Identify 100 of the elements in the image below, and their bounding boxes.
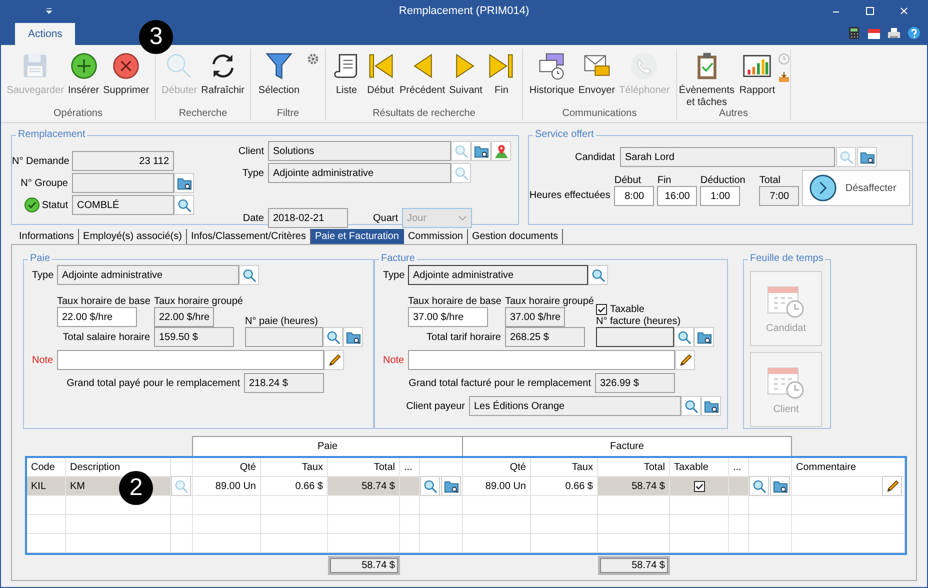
- ribbon-button[interactable]: Rapport: [738, 49, 776, 97]
- field-label: Type: [31, 270, 55, 280]
- ribbon-button[interactable]: Fin: [485, 49, 518, 97]
- text-field[interactable]: [57, 350, 324, 370]
- ribbon-button[interactable]: Rafraîchir: [200, 49, 246, 97]
- taxable-checkbox[interactable]: Taxable: [596, 304, 681, 315]
- check-icon: [694, 482, 704, 490]
- text-field[interactable]: Solutions: [268, 141, 451, 161]
- checkbox[interactable]: [596, 304, 607, 315]
- group-title: Service offert: [534, 129, 595, 141]
- folder-search-button[interactable]: [174, 173, 194, 193]
- text-field[interactable]: 326.99 $: [595, 373, 675, 393]
- quick-access-icon[interactable]: [45, 7, 53, 15]
- field-label: Client payeur: [405, 400, 466, 412]
- printer-icon[interactable]: [887, 26, 901, 40]
- gear-icon[interactable]: [306, 53, 319, 65]
- folder-search-button[interactable]: [441, 476, 461, 496]
- text-field[interactable]: 2018-02-21: [268, 208, 348, 228]
- folder-search-button[interactable]: [471, 141, 491, 161]
- search-button[interactable]: [681, 396, 701, 416]
- column-header: Taux: [531, 458, 598, 477]
- chevron-circle-icon: [809, 174, 838, 202]
- checkbox[interactable]: [694, 480, 704, 492]
- text-field[interactable]: Adjointe administrative: [408, 265, 588, 285]
- maximize-icon[interactable]: [865, 6, 875, 16]
- edit-button[interactable]: [882, 476, 902, 496]
- map-pin-icon: [494, 144, 508, 158]
- search-button[interactable]: [749, 476, 769, 496]
- folder-search-button[interactable]: [770, 476, 790, 496]
- help-icon[interactable]: [907, 26, 921, 40]
- empty-cell: [400, 534, 420, 553]
- edit-button[interactable]: [324, 350, 344, 370]
- ribbon-button[interactable]: Liste: [330, 49, 363, 97]
- ribbon-button[interactable]: Précédent: [398, 49, 446, 97]
- map-pin-button[interactable]: [491, 141, 511, 161]
- time-field[interactable]: 7:00: [759, 186, 800, 206]
- text-field[interactable]: 37.00 $/hre: [505, 307, 565, 327]
- text-field[interactable]: 22.00 $/hre: [154, 307, 214, 327]
- folder-search-button[interactable]: [701, 396, 721, 416]
- search-icon: [422, 478, 438, 494]
- text-field[interactable]: Adjointe administrative: [57, 265, 239, 285]
- empty-cell: [261, 515, 328, 534]
- pencil-icon: [678, 352, 692, 368]
- calendar-icon[interactable]: [867, 26, 881, 40]
- folder-search-icon: [704, 398, 718, 414]
- calculator-icon[interactable]: [847, 26, 861, 40]
- close-icon[interactable]: [899, 6, 909, 16]
- text-field[interactable]: [408, 350, 675, 370]
- text-field[interactable]: 23 112: [72, 151, 174, 171]
- empty-cell: [328, 515, 400, 534]
- total-field: 58.74 $: [598, 556, 670, 575]
- empty-cell: [420, 534, 463, 553]
- folder-search-button[interactable]: [343, 327, 363, 347]
- search-button[interactable]: [323, 327, 343, 347]
- ribbon-button[interactable]: Évènements et tâches: [677, 49, 736, 109]
- ribbon-button[interactable]: Début: [364, 49, 397, 97]
- ribbon-button[interactable]: Suivant: [448, 49, 484, 97]
- text-field[interactable]: Sarah Lord: [620, 147, 835, 167]
- search-icon: [454, 144, 468, 158]
- field-label: Taux horaire de base: [57, 296, 152, 307]
- edit-button[interactable]: [675, 350, 695, 370]
- plus-icon: [68, 51, 99, 81]
- column-group-header: Paie: [192, 436, 463, 456]
- group-label: Recherche: [178, 108, 228, 120]
- text-field[interactable]: 218.24 $: [244, 373, 324, 393]
- text-field[interactable]: Adjointe administrative: [268, 163, 451, 183]
- time-field[interactable]: 16:00: [657, 186, 698, 206]
- folder-search-button[interactable]: [694, 327, 714, 347]
- search-button[interactable]: [174, 195, 194, 215]
- ribbon-button[interactable]: Sélection: [257, 49, 301, 97]
- text-field[interactable]: [245, 327, 323, 347]
- search-button[interactable]: [588, 265, 608, 285]
- text-field[interactable]: 22.00 $/hre: [57, 307, 137, 327]
- text-field[interactable]: 159.50 $: [154, 327, 234, 347]
- tab[interactable]: Paie et Facturation: [311, 229, 404, 244]
- text-field[interactable]: COMBLÉ: [72, 195, 174, 215]
- search-button[interactable]: [239, 265, 259, 285]
- text-field[interactable]: 268.25 $: [505, 327, 585, 347]
- time-field[interactable]: 1:00: [700, 186, 740, 206]
- ribbon-button[interactable]: Envoyer: [577, 49, 616, 97]
- ribbon-button[interactable]: Historique: [528, 49, 576, 97]
- ribbon-tab[interactable]: Actions: [15, 23, 76, 45]
- unassign-button[interactable]: Désaffecter: [802, 170, 910, 206]
- text-field[interactable]: [596, 327, 674, 347]
- search-button[interactable]: [674, 327, 694, 347]
- ribbon-button[interactable]: Insérer: [67, 49, 100, 97]
- field-label: Total salaire horaire: [62, 332, 151, 342]
- inbox-tray-icon[interactable]: [778, 71, 790, 83]
- empty-cell: [193, 534, 261, 553]
- field-label: Heures effectuées: [529, 189, 612, 203]
- folder-search-button[interactable]: [857, 147, 877, 167]
- field-label: Grand total facturé pour le remplacement: [408, 378, 592, 388]
- search-button[interactable]: [420, 476, 440, 496]
- field-label: Date: [242, 212, 265, 224]
- column-header: Qté: [463, 458, 531, 477]
- text-field[interactable]: Les Éditions Orange: [469, 396, 681, 416]
- text-field[interactable]: [72, 173, 174, 193]
- text-field[interactable]: 37.00 $/hre: [408, 307, 488, 327]
- time-field[interactable]: 8:00: [614, 186, 654, 206]
- funnel-icon: [264, 51, 294, 81]
